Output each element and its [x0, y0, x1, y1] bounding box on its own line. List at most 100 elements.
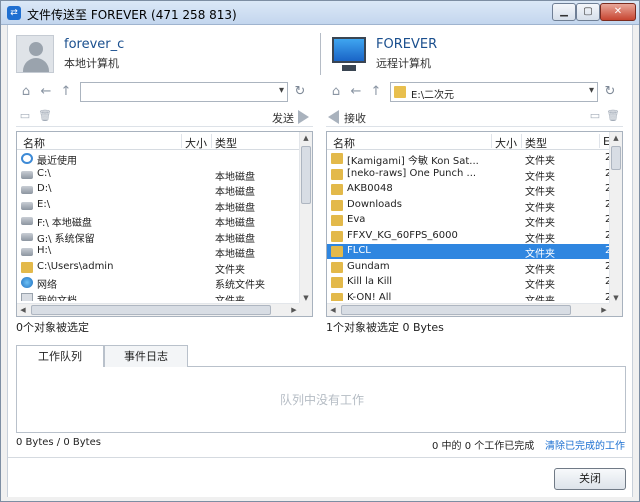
item-type: 文件夹	[215, 295, 245, 302]
home-icon[interactable]: ⌂	[18, 84, 34, 100]
scroll-thumb[interactable]	[31, 305, 271, 315]
list-item[interactable]: Kill la Kill文件夹2	[327, 275, 610, 291]
tab-work-queue[interactable]: 工作队列	[16, 345, 104, 368]
window-title: 文件传送至 FOREVER (471 258 813)	[27, 8, 237, 22]
local-file-list[interactable]: 名称 大小 类型 最近使用 C:\ 本地磁盘 D:\ 本地磁盘 E:\ 本地磁盘 F:\ 本地…	[16, 131, 313, 317]
col-separator	[521, 134, 522, 148]
local-hscroll[interactable]: ◀ ▶	[17, 303, 300, 316]
back-icon[interactable]: ←	[38, 84, 54, 100]
item-name: Downloads	[347, 198, 402, 210]
jobs-completed: 0 中的 0 个工作已完成	[432, 441, 535, 452]
local-vscroll[interactable]: ▲ ▼	[299, 132, 312, 304]
col-type[interactable]: 类型	[525, 135, 547, 151]
col-size[interactable]: 大小	[185, 135, 207, 151]
list-item[interactable]: E:\ 本地磁盘	[17, 198, 300, 214]
list-item[interactable]: K-ON! All文件夹2	[327, 291, 610, 302]
list-item[interactable]: FLCL文件夹2	[327, 244, 610, 260]
item-type: 系统文件夹	[215, 280, 265, 291]
list-item[interactable]: D:\ 本地磁盘	[17, 182, 300, 198]
maximize-button[interactable]: ▢	[576, 3, 600, 21]
list-item[interactable]: [Kamigami] 今敏 Kon Sat...文件夹2	[327, 151, 610, 167]
close-window-button[interactable]: ✕	[600, 3, 636, 21]
scroll-left-icon[interactable]: ◀	[17, 304, 29, 316]
delete-icon[interactable]: 🗑	[38, 109, 52, 123]
item-type: 本地磁盘	[215, 233, 255, 245]
send-label[interactable]: 发送	[272, 110, 294, 126]
home-icon[interactable]: ⌂	[328, 84, 344, 100]
recent-icon	[21, 153, 33, 164]
list-item[interactable]: H:\ 本地磁盘	[17, 244, 300, 260]
up-icon[interactable]: ↑	[368, 84, 384, 100]
back-icon[interactable]: ←	[348, 84, 364, 100]
refresh-icon[interactable]: ↻	[602, 84, 618, 100]
list-item[interactable]: 我的文档 文件夹	[17, 291, 300, 302]
list-item[interactable]: G:\ 系统保留 本地磁盘	[17, 229, 300, 245]
docs-icon	[21, 292, 33, 301]
list-item[interactable]: AKB0048文件夹2	[327, 182, 610, 198]
delete-icon[interactable]: 🗑	[606, 109, 620, 123]
client-area: forever_c 本地计算机 FOREVER 远程计算机 ⌂ ← ↑ ▾ ↻	[7, 25, 633, 497]
remote-file-list[interactable]: 名称 大小 类型 E [Kamigami] 今敏 Kon Sat...文件夹2[…	[326, 131, 623, 317]
item-type: 文件夹	[525, 295, 555, 302]
item-name: G:\ 系统保留	[37, 233, 95, 245]
drive-icon	[21, 186, 33, 194]
list-item[interactable]: [neko-raws] One Punch ...文件夹2	[327, 167, 610, 183]
item-type: 文件夹	[525, 171, 555, 183]
item-type: 文件夹	[525, 156, 555, 167]
item-name: E:\	[37, 198, 51, 210]
remote-address-bar: ⌂ ← ↑ E:\二次元 ▾ ↻	[326, 81, 623, 103]
item-type: 文件夹	[525, 280, 555, 291]
local-name: forever_c	[64, 37, 125, 52]
scroll-thumb[interactable]	[341, 305, 571, 315]
remote-path-input[interactable]: E:\二次元 ▾	[390, 82, 598, 102]
item-name: Eva	[347, 214, 366, 225]
list-item[interactable]: Downloads文件夹2	[327, 198, 610, 214]
net-icon	[21, 277, 33, 288]
list-item[interactable]: 网络 系统文件夹	[17, 275, 300, 291]
clear-completed-link[interactable]: 清除已完成的工作	[545, 437, 625, 452]
list-item[interactable]: 最近使用	[17, 151, 300, 167]
item-type: 本地磁盘	[215, 218, 255, 229]
monitor-stand	[342, 65, 356, 71]
scroll-left-icon[interactable]: ◀	[327, 304, 339, 316]
minimize-button[interactable]: ▁	[552, 3, 576, 21]
scroll-thumb[interactable]	[301, 146, 311, 204]
scroll-up-icon[interactable]: ▲	[610, 132, 622, 144]
item-name: F:\ 本地磁盘	[37, 218, 92, 229]
send-arrow-icon[interactable]	[298, 110, 309, 124]
scroll-thumb[interactable]	[611, 146, 621, 170]
refresh-icon[interactable]: ↻	[292, 84, 308, 100]
receive-label[interactable]: 接收	[344, 110, 366, 126]
receive-arrow-icon[interactable]	[328, 110, 339, 124]
close-button[interactable]: 关闭	[554, 468, 626, 490]
list-item[interactable]: FFXV_KG_60FPS_6000文件夹2	[327, 229, 610, 245]
item-type: 本地磁盘	[215, 187, 255, 198]
chevron-down-icon[interactable]: ▾	[279, 85, 284, 96]
chevron-down-icon[interactable]: ▾	[589, 85, 594, 96]
list-item[interactable]: F:\ 本地磁盘 本地磁盘	[17, 213, 300, 229]
tab-event-log[interactable]: 事件日志	[104, 345, 188, 368]
drive-icon	[21, 170, 33, 179]
remote-hscroll[interactable]: ◀ ▶	[327, 303, 610, 316]
user-avatar-icon	[16, 35, 54, 73]
folder-icon	[331, 277, 343, 288]
scroll-up-icon[interactable]: ▲	[300, 132, 312, 144]
list-item[interactable]: C:\Users\admin 文件夹	[17, 260, 300, 276]
remote-name: FOREVER	[376, 37, 438, 52]
col-type[interactable]: 类型	[215, 135, 237, 151]
col-name[interactable]: 名称	[333, 135, 355, 151]
item-name: Kill la Kill	[347, 276, 393, 287]
remote-vscroll[interactable]: ▲ ▼	[609, 132, 622, 304]
new-folder-icon[interactable]: ▭	[18, 109, 32, 123]
title-bar[interactable]: ⇄ 文件传送至 FOREVER (471 258 813) ▁ ▢ ✕	[1, 1, 639, 25]
col-size[interactable]: 大小	[495, 135, 517, 151]
list-item[interactable]: C:\ 本地磁盘	[17, 167, 300, 183]
col-name[interactable]: 名称	[23, 135, 45, 151]
list-item[interactable]: Gundam文件夹2	[327, 260, 610, 276]
local-path-input[interactable]: ▾	[80, 82, 288, 102]
list-item[interactable]: Eva文件夹2	[327, 213, 610, 229]
up-icon[interactable]: ↑	[58, 84, 74, 100]
scroll-corner	[609, 303, 622, 316]
local-action-bar: ▭ 🗑 发送	[16, 107, 313, 127]
new-folder-icon[interactable]: ▭	[588, 109, 602, 123]
